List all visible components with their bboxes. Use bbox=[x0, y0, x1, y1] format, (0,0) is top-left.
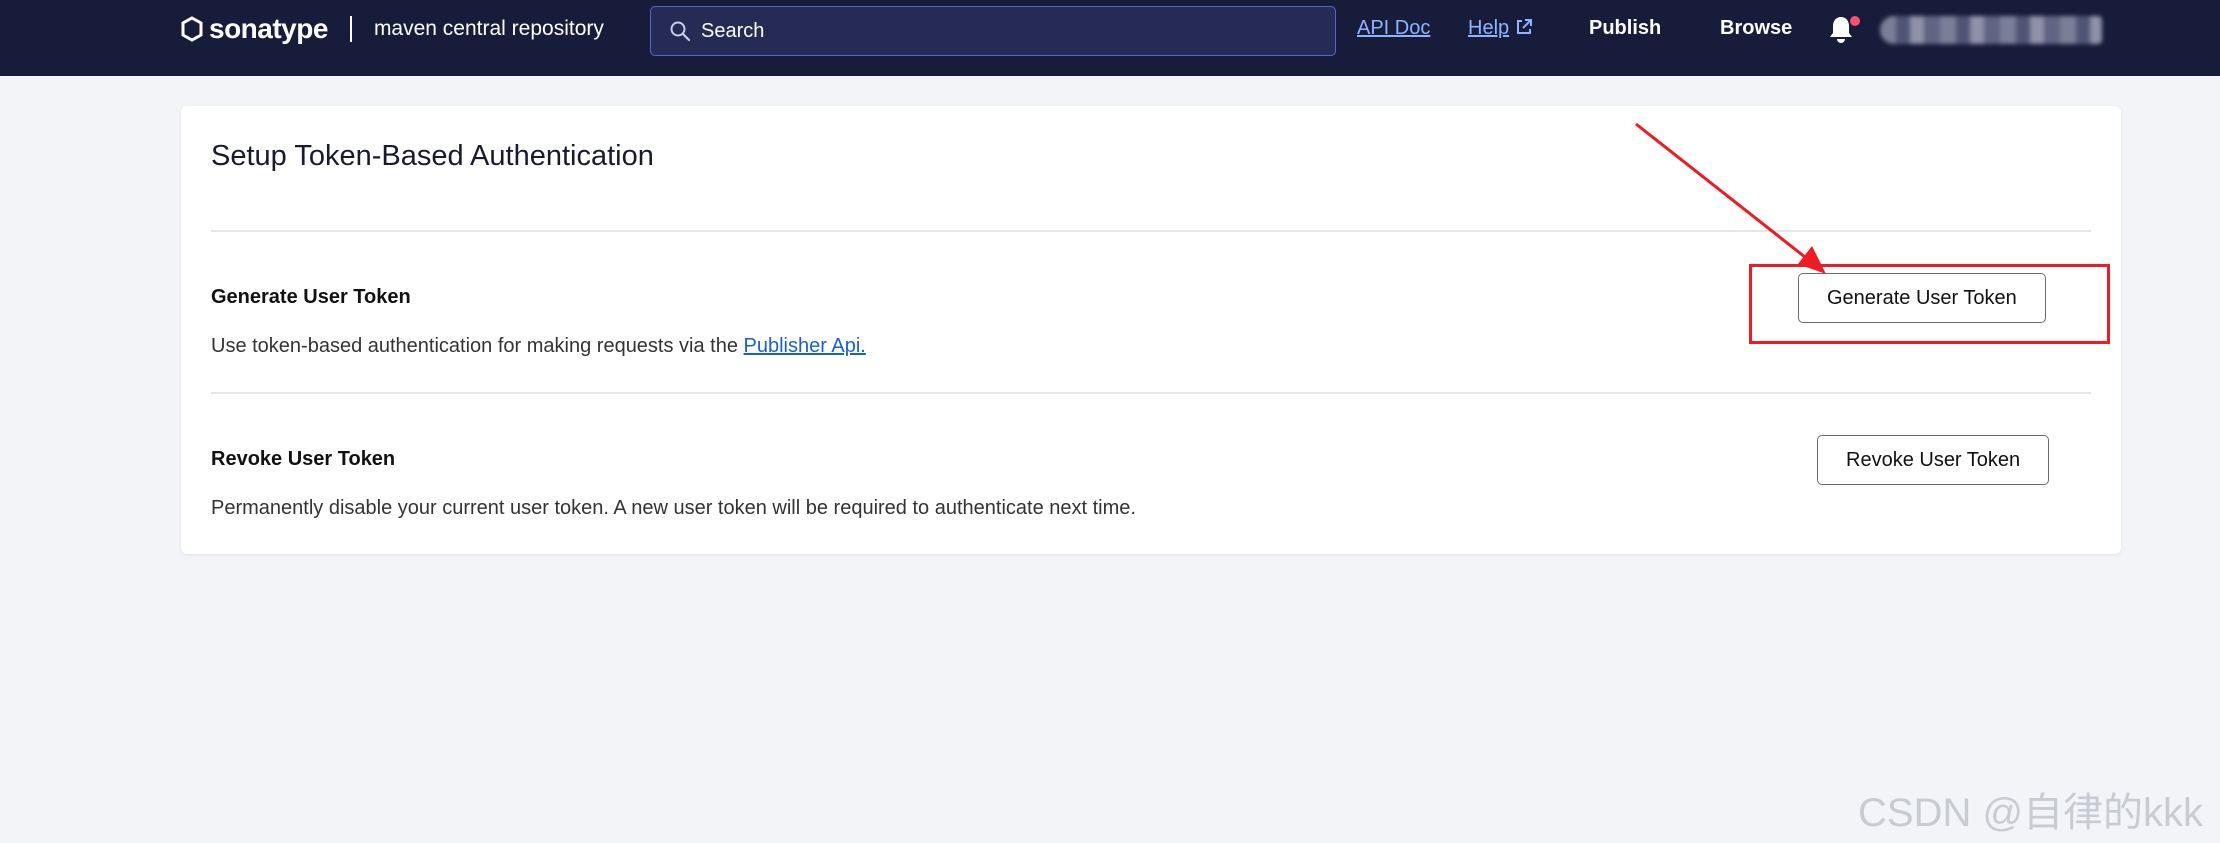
watermark: CSDN @自律的kkk bbox=[1858, 791, 2204, 835]
external-link-icon bbox=[1517, 19, 1533, 34]
divider bbox=[211, 392, 2091, 394]
brand-logo[interactable]: sonatype maven central repository bbox=[180, 12, 604, 46]
search-icon bbox=[670, 21, 691, 42]
top-navigation-bar: sonatype maven central repository API Do… bbox=[0, 0, 2220, 76]
product-name: maven central repository bbox=[373, 17, 604, 40]
annotation-arrow bbox=[1635, 122, 1826, 274]
brand-name: sonatype bbox=[209, 13, 328, 44]
search-box[interactable] bbox=[650, 6, 1336, 56]
nav-browse[interactable]: Browse bbox=[1720, 17, 1792, 40]
revoke-token-title: Revoke User Token bbox=[211, 448, 396, 470]
page-title: Setup Token-Based Authentication bbox=[211, 140, 654, 172]
sonatype-logo-icon bbox=[181, 16, 203, 42]
user-menu[interactable] bbox=[1880, 16, 2102, 44]
help-link-label: Help bbox=[1468, 17, 1510, 39]
generate-token-description-text: Use token-based authentication for makin… bbox=[211, 335, 744, 357]
api-doc-link[interactable]: API Doc bbox=[1357, 17, 1430, 40]
help-link[interactable]: Help bbox=[1468, 17, 1533, 40]
revoke-token-description: Permanently disable your current user to… bbox=[211, 497, 1136, 519]
notification-badge bbox=[1850, 16, 1860, 26]
generate-token-description: Use token-based authentication for makin… bbox=[211, 335, 866, 358]
search-input[interactable] bbox=[701, 19, 1301, 43]
nav-publish[interactable]: Publish bbox=[1589, 17, 1661, 40]
revoke-user-token-button[interactable]: Revoke User Token bbox=[1817, 435, 2050, 485]
generate-token-title: Generate User Token bbox=[211, 286, 411, 308]
publisher-api-link[interactable]: Publisher Api. bbox=[744, 335, 866, 357]
brand-divider bbox=[349, 16, 352, 42]
